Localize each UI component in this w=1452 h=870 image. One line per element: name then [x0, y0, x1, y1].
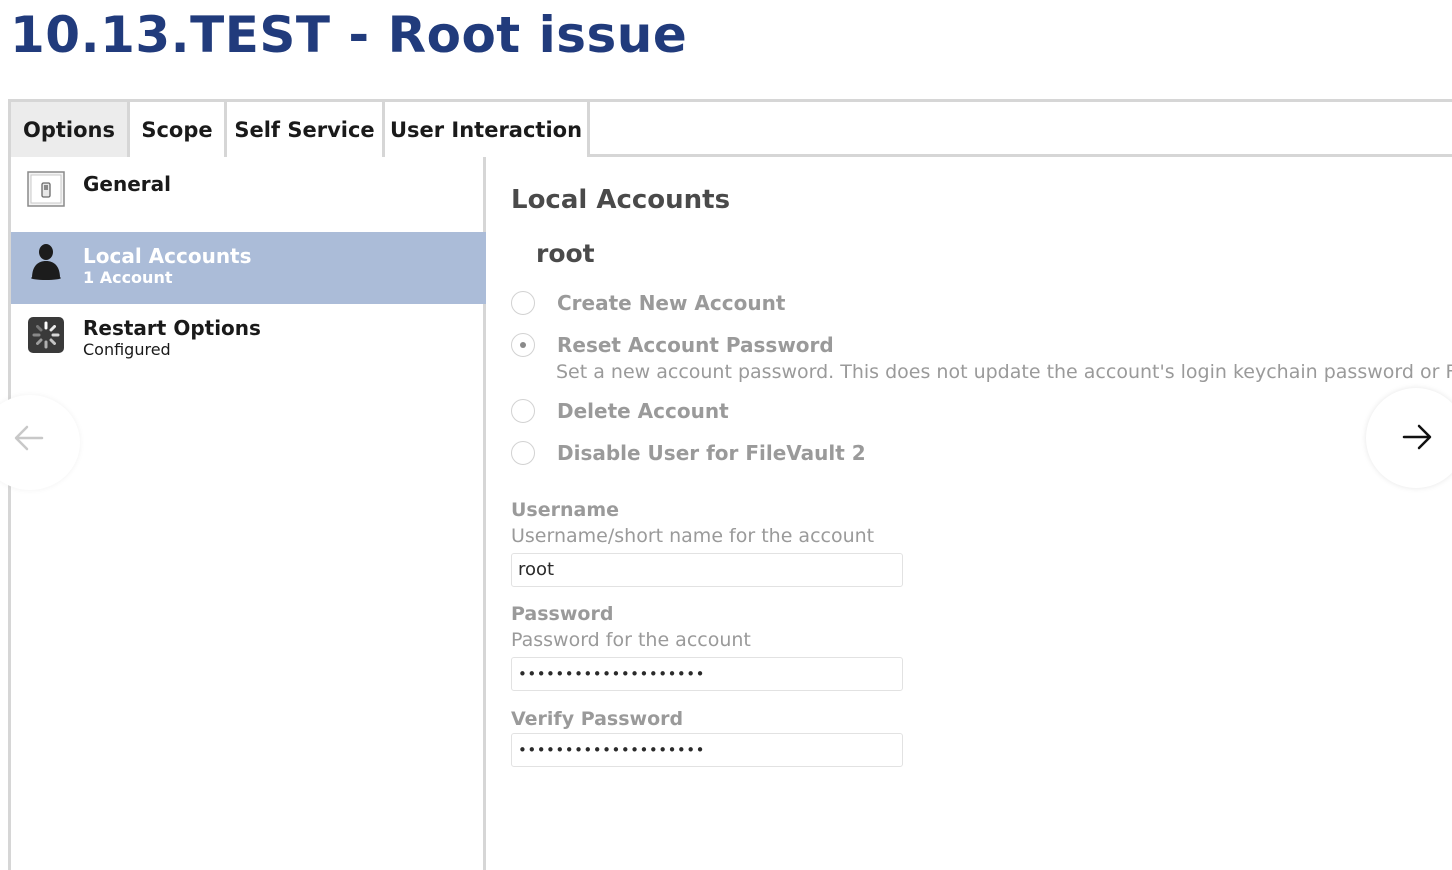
radio-label: Delete Account — [557, 399, 729, 423]
radio-button[interactable] — [511, 291, 535, 315]
section-title: Local Accounts — [511, 185, 731, 215]
sidebar-item-label: General — [83, 172, 171, 196]
sidebar-item-sublabel: Configured — [83, 340, 171, 359]
user-silhouette-icon — [27, 242, 65, 280]
password-help: Password for the account — [511, 629, 751, 651]
tab-self-service[interactable]: Self Service — [227, 102, 385, 157]
username-input[interactable]: root — [511, 553, 903, 587]
radio-selected-dot — [519, 341, 526, 348]
verify-password-label: Verify Password — [511, 708, 684, 730]
tab-options[interactable]: Options — [11, 102, 130, 157]
tab-user-interaction[interactable]: User Interaction — [385, 102, 590, 157]
username-label: Username — [511, 499, 620, 521]
radio-label: Disable User for FileVault 2 — [557, 441, 866, 465]
radio-label: Reset Account Password — [557, 333, 834, 357]
radio-button[interactable] — [511, 333, 535, 357]
radio-label: Create New Account — [557, 291, 786, 315]
content-panel: Local Accounts root Create New Account R… — [486, 157, 1452, 870]
sidebar-item-general[interactable]: General — [11, 159, 486, 231]
username-help: Username/short name for the account — [511, 525, 875, 547]
sidebar-item-local-accounts[interactable]: Local Accounts 1 Account — [11, 232, 486, 304]
tab-bar: Options Scope Self Service User Interact… — [8, 99, 1452, 157]
sidebar-item-sublabel: 1 Account — [83, 268, 173, 287]
page-title: 10.13.TEST - Root issue — [10, 6, 688, 64]
sidebar-item-label: Local Accounts — [83, 244, 252, 268]
password-label: Password — [511, 603, 614, 625]
arrow-right-icon — [1400, 422, 1434, 456]
restart-spinner-icon — [27, 316, 65, 354]
password-input[interactable]: •••••••••••••••••••• — [511, 657, 903, 691]
sidebar-item-label: Restart Options — [83, 316, 261, 340]
sidebar-item-restart-options[interactable]: Restart Options Configured — [11, 304, 486, 376]
sidebar: General Local Accounts 1 Account Restart… — [8, 157, 486, 870]
verify-password-input[interactable]: •••••••••••••••••••• — [511, 733, 903, 767]
radio-button[interactable] — [511, 441, 535, 465]
account-name: root — [536, 239, 595, 268]
arrow-left-icon — [12, 423, 46, 457]
option-description: Set a new account password. This does no… — [556, 361, 1452, 383]
radio-button[interactable] — [511, 399, 535, 423]
tab-scope[interactable]: Scope — [130, 102, 227, 157]
switch-icon — [27, 171, 65, 209]
